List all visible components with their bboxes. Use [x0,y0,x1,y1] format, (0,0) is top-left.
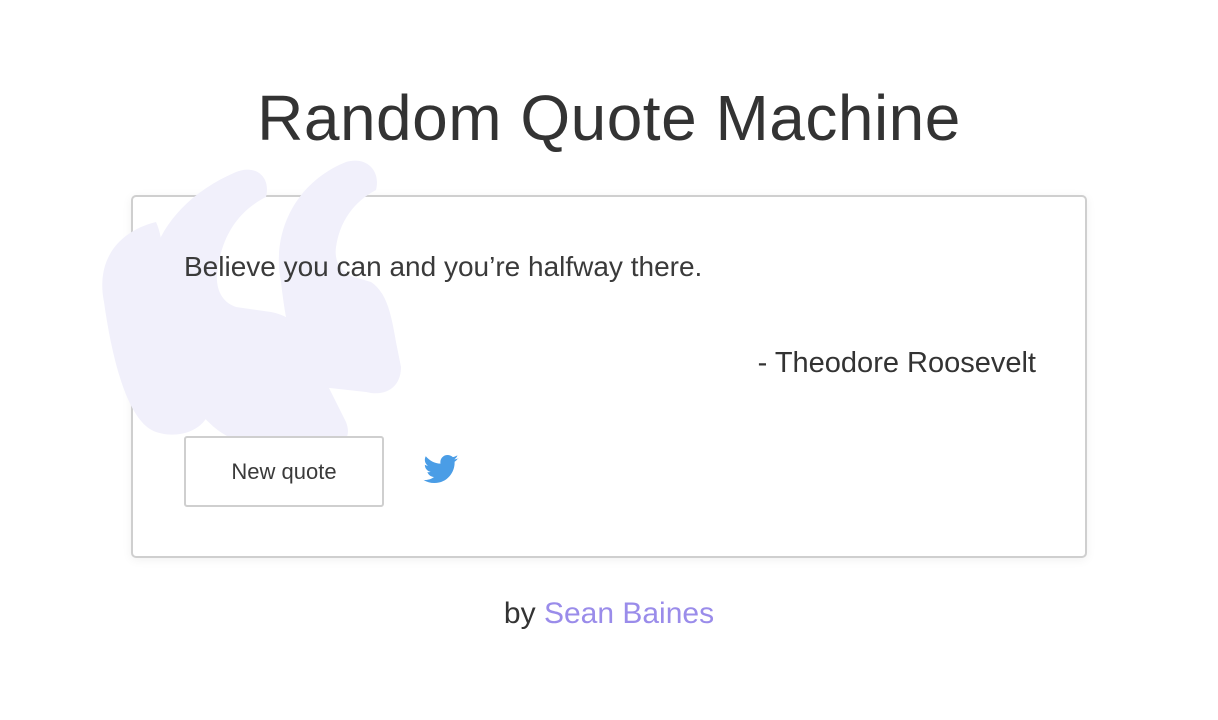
byline: by Sean Baines [0,594,1218,634]
new-quote-button[interactable]: New quote [184,436,384,507]
page: Random Quote Machine Believe you can and… [0,0,1218,720]
author-link[interactable]: Sean Baines [544,597,714,630]
twitter-bird-icon [423,454,459,483]
tweet-quote-button[interactable] [422,451,460,489]
byline-prefix: by [503,597,536,630]
quote-author: - Theodore Roosevelt [757,347,1036,379]
quote-text: Believe you can and you’re halfway there… [184,251,703,282]
page-title: Random Quote Machine [257,82,961,154]
